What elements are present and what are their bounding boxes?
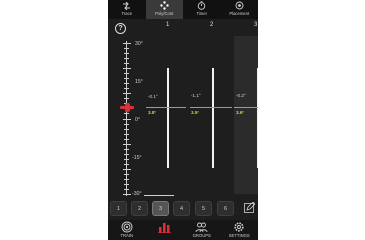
ruler-tick [124, 63, 129, 65]
column-bar [212, 68, 214, 168]
baseline-rule [144, 195, 174, 196]
scale-label-neg15: -15° [132, 155, 142, 161]
tab-label: Timer [196, 11, 208, 16]
bar-chart-icon [157, 221, 171, 233]
column-bar [167, 68, 169, 168]
ruler-tick [124, 83, 129, 85]
column-bar [257, 68, 258, 168]
ruler-tick [124, 88, 129, 90]
ruler-tick [124, 133, 129, 135]
ruler-tick [124, 123, 129, 125]
column-panel-2[interactable]: -1.1° 3.5° [188, 36, 232, 194]
arrows-icon [122, 1, 132, 10]
ruler-tick [124, 153, 129, 155]
tab-label: Placement [229, 11, 250, 16]
ruler-tick [124, 163, 129, 165]
column-button-6[interactable]: 6 [217, 201, 234, 216]
column-button-2[interactable]: 2 [131, 201, 148, 216]
tab-placement[interactable]: Placement [221, 0, 259, 19]
reference-line [190, 107, 232, 108]
column-button-5[interactable]: 5 [195, 201, 212, 216]
edit-button[interactable] [242, 200, 256, 218]
column-bottom-value: 3.8° [148, 110, 157, 115]
pencil-icon [243, 200, 256, 218]
group-icon [195, 221, 209, 233]
ruler-tick [124, 173, 129, 175]
ruler-tick [124, 98, 129, 100]
column-top-value: -0.1° [148, 94, 158, 99]
nav-stats[interactable] [146, 220, 184, 240]
scale-label-neg30: -30° [132, 191, 142, 197]
nav-label: GROUPS [192, 233, 211, 238]
ruler-tick [123, 118, 131, 120]
current-angle-handle[interactable] [125, 103, 130, 112]
column-number: 3 [254, 22, 258, 28]
bottom-nav: TRAIN GROUPS SETTINGS [108, 220, 258, 240]
ruler-tick [123, 143, 131, 145]
ruler-tick [124, 73, 129, 75]
target-icon [234, 1, 244, 10]
column-bottom-value: 3.5° [191, 110, 200, 115]
gear-icon [232, 221, 246, 233]
tab-timer[interactable]: Timer [183, 0, 221, 19]
ruler-tick [124, 183, 129, 185]
column-number: 2 [210, 22, 214, 28]
dots-icon [159, 1, 169, 10]
column-selector: 1 2 3 4 5 6 [110, 201, 258, 219]
tab-label: Poly/Cont [155, 11, 174, 16]
tab-trace[interactable]: Trace [108, 0, 146, 19]
nav-settings[interactable]: SETTINGS [221, 220, 259, 240]
ruler-tick [124, 158, 129, 160]
column-number: 1 [166, 22, 170, 28]
scale-label-0: 0° [135, 117, 140, 123]
ruler-tick [124, 113, 129, 115]
column-button-4[interactable]: 4 [173, 201, 190, 216]
scale-label-30: 30° [135, 41, 143, 47]
ruler-tick [124, 148, 129, 150]
target-icon [120, 221, 134, 233]
nav-label: SETTINGS [228, 233, 250, 238]
ruler-tick [123, 93, 131, 95]
column-panel-3[interactable]: -0.2° 3.6° [234, 36, 258, 194]
app-screen: Trace Poly/Cont Timer Placement ? 30° 15… [108, 0, 258, 240]
ruler-tick [124, 53, 129, 55]
reference-line [234, 107, 258, 108]
column-button-1[interactable]: 1 [110, 201, 127, 216]
ruler-tick [124, 138, 129, 140]
ruler-tick [124, 58, 129, 60]
column-bottom-value: 3.6° [236, 110, 245, 115]
ruler-tick [123, 168, 131, 170]
ruler-tick [123, 194, 131, 195]
reference-line [146, 107, 186, 108]
ruler-tick [123, 68, 131, 70]
column-top-value: -0.2° [236, 93, 246, 98]
ruler-tick [124, 48, 129, 50]
nav-train[interactable]: TRAIN [108, 220, 146, 240]
nav-groups[interactable]: GROUPS [183, 220, 221, 240]
ruler-tick [123, 43, 131, 44]
ruler-tick [124, 128, 129, 130]
tab-label: Trace [121, 11, 133, 16]
top-tab-bar: Trace Poly/Cont Timer Placement [108, 0, 258, 19]
tab-poly-cont[interactable]: Poly/Cont [145, 0, 183, 19]
ruler-tick [124, 178, 129, 180]
nav-label: TRAIN [120, 233, 134, 238]
column-top-value: -1.1° [191, 93, 201, 98]
column-button-3[interactable]: 3 [152, 201, 169, 216]
help-icon[interactable]: ? [115, 23, 126, 34]
ruler-tick [124, 188, 129, 190]
stopwatch-icon [197, 1, 207, 10]
column-panel-1[interactable]: -0.1° 3.8° [144, 36, 186, 194]
scale-label-15: 15° [135, 79, 143, 85]
ruler-tick [124, 78, 129, 80]
